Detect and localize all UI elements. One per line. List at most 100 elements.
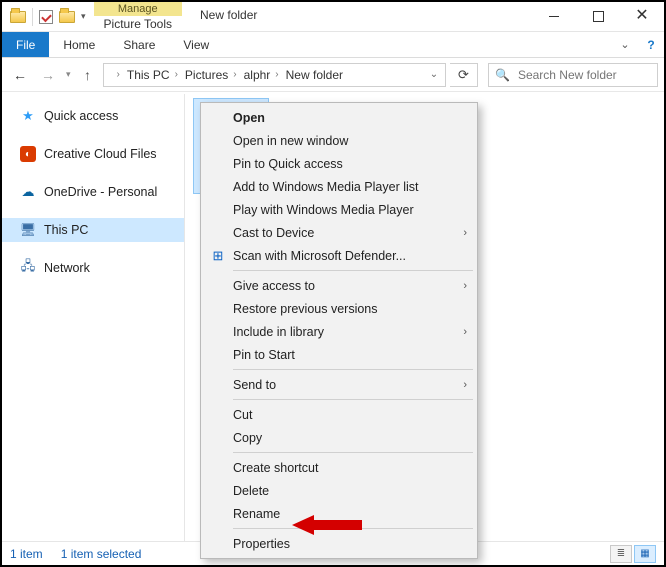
sidebar-item-network[interactable]: 🖧 Network xyxy=(2,256,184,280)
cm-restore-versions[interactable]: Restore previous versions xyxy=(203,297,475,320)
chevron-right-icon[interactable]: › xyxy=(272,69,281,80)
cm-play-wmp[interactable]: Play with Windows Media Player xyxy=(203,198,475,221)
status-item-count: 1 item xyxy=(10,547,43,561)
file-tab[interactable]: File xyxy=(2,32,49,57)
sidebar-item-quickaccess[interactable]: ★ Quick access xyxy=(2,104,184,128)
breadcrumb-newfolder[interactable]: New folder xyxy=(282,68,345,82)
cm-label: Pin to Quick access xyxy=(233,157,343,171)
cm-label: Give access to xyxy=(233,279,315,293)
onedrive-icon: ☁ xyxy=(20,184,36,200)
chevron-right-icon[interactable]: › xyxy=(230,69,239,80)
cm-open-new-window[interactable]: Open in new window xyxy=(203,129,475,152)
breadcrumb-pictures[interactable]: Pictures xyxy=(181,68,230,82)
forward-button[interactable]: → xyxy=(36,63,60,87)
contextual-group-label: Manage xyxy=(94,2,182,16)
creative-cloud-icon: ◐ xyxy=(20,146,36,162)
breadcrumb-alphr[interactable]: alphr xyxy=(240,68,273,82)
up-button[interactable]: ↑ xyxy=(77,67,99,83)
cm-send-to[interactable]: Send to › xyxy=(203,373,475,396)
cm-label: Restore previous versions xyxy=(233,302,378,316)
maximize-button[interactable] xyxy=(576,2,620,30)
cm-label: Create shortcut xyxy=(233,461,318,475)
cm-separator xyxy=(233,452,473,453)
cm-label: Play with Windows Media Player xyxy=(233,203,414,217)
chevron-right-icon: › xyxy=(463,280,467,292)
cm-label: Add to Windows Media Player list xyxy=(233,180,419,194)
cm-label: Cast to Device xyxy=(233,226,314,240)
ribbon-expand-icon[interactable]: ⌄ xyxy=(612,32,638,57)
cm-label: Copy xyxy=(233,431,262,445)
chevron-right-icon: › xyxy=(463,326,467,338)
thispc-icon: 🖥 xyxy=(20,222,36,238)
cm-cut[interactable]: Cut xyxy=(203,403,475,426)
minimize-button[interactable] xyxy=(532,2,576,30)
sidebar-item-label: Quick access xyxy=(44,109,118,123)
sidebar-item-label: Network xyxy=(44,261,90,275)
ribbon-tab-share[interactable]: Share xyxy=(109,32,169,57)
cm-label: Send to xyxy=(233,378,276,392)
cm-label: Rename xyxy=(233,507,280,521)
cm-separator xyxy=(233,270,473,271)
refresh-button[interactable]: ⟳ xyxy=(450,63,478,87)
chevron-right-icon: › xyxy=(463,227,467,239)
qat-dropdown-icon[interactable]: ▾ xyxy=(81,11,86,22)
sidebar-item-label: This PC xyxy=(44,223,88,237)
close-button[interactable]: ✕ xyxy=(620,2,664,30)
qat-separator xyxy=(32,8,33,26)
window-title: New folder xyxy=(182,2,532,31)
cm-label: Delete xyxy=(233,484,269,498)
network-icon: 🖧 xyxy=(20,260,36,276)
cm-label: Properties xyxy=(233,537,290,551)
breadcrumb-thispc[interactable]: This PC xyxy=(123,68,172,82)
search-icon: 🔍 xyxy=(489,68,516,82)
ribbon-tab-home[interactable]: Home xyxy=(49,32,109,57)
search-box[interactable]: 🔍 xyxy=(488,63,658,87)
ribbon-tab-view[interactable]: View xyxy=(169,32,223,57)
status-selection: 1 item selected xyxy=(61,547,142,561)
chevron-right-icon: › xyxy=(463,379,467,391)
contextual-tab-group: Manage Picture Tools xyxy=(94,2,182,31)
cm-pin-quickaccess[interactable]: Pin to Quick access xyxy=(203,152,475,175)
search-input[interactable] xyxy=(516,67,666,83)
cm-open[interactable]: Open xyxy=(203,106,475,129)
cm-scan-defender[interactable]: ⊞ Scan with Microsoft Defender... xyxy=(203,244,475,267)
cm-pin-start[interactable]: Pin to Start xyxy=(203,343,475,366)
help-icon[interactable]: ? xyxy=(638,32,664,57)
cm-cast-to-device[interactable]: Cast to Device › xyxy=(203,221,475,244)
cm-label: Include in library xyxy=(233,325,324,339)
history-dropdown-icon[interactable]: ▾ xyxy=(64,69,73,80)
cm-separator xyxy=(233,369,473,370)
cm-give-access[interactable]: Give access to › xyxy=(203,274,475,297)
chevron-right-icon[interactable]: › xyxy=(172,69,181,80)
qat-properties-icon[interactable] xyxy=(39,10,53,24)
annotation-arrow xyxy=(292,514,362,536)
cm-label: Pin to Start xyxy=(233,348,295,362)
cm-create-shortcut[interactable]: Create shortcut xyxy=(203,456,475,479)
star-icon: ★ xyxy=(20,108,36,124)
chevron-right-icon[interactable]: › xyxy=(114,69,123,80)
app-folder-icon xyxy=(10,11,26,23)
qat-newfolder-icon[interactable] xyxy=(59,11,75,23)
cm-add-wmp-list[interactable]: Add to Windows Media Player list xyxy=(203,175,475,198)
view-details-button[interactable]: ≣ xyxy=(610,545,632,563)
view-icons-button[interactable]: ▦ xyxy=(634,545,656,563)
context-menu: Open Open in new window Pin to Quick acc… xyxy=(200,102,478,559)
sidebar-item-onedrive[interactable]: ☁ OneDrive - Personal xyxy=(2,180,184,204)
cm-delete[interactable]: Delete xyxy=(203,479,475,502)
cm-copy[interactable]: Copy xyxy=(203,426,475,449)
nav-tree: ★ Quick access ◐ Creative Cloud Files ☁ … xyxy=(2,94,185,541)
sidebar-item-thispc[interactable]: 🖥 This PC xyxy=(2,218,184,242)
cm-separator xyxy=(233,399,473,400)
address-dropdown-icon[interactable]: ⌄ xyxy=(423,69,445,80)
cm-include-library[interactable]: Include in library › xyxy=(203,320,475,343)
contextual-tab-label[interactable]: Picture Tools xyxy=(94,16,182,32)
back-button[interactable]: ← xyxy=(8,63,32,87)
sidebar-item-label: OneDrive - Personal xyxy=(44,185,157,199)
address-bar[interactable]: › This PC › Pictures › alphr › New folde… xyxy=(103,63,446,87)
cm-label: Open in new window xyxy=(233,134,348,148)
cm-label: Open xyxy=(233,111,265,125)
defender-icon: ⊞ xyxy=(209,248,227,264)
sidebar-item-label: Creative Cloud Files xyxy=(44,147,157,161)
cm-label: Scan with Microsoft Defender... xyxy=(233,249,406,263)
sidebar-item-creativecloud[interactable]: ◐ Creative Cloud Files xyxy=(2,142,184,166)
